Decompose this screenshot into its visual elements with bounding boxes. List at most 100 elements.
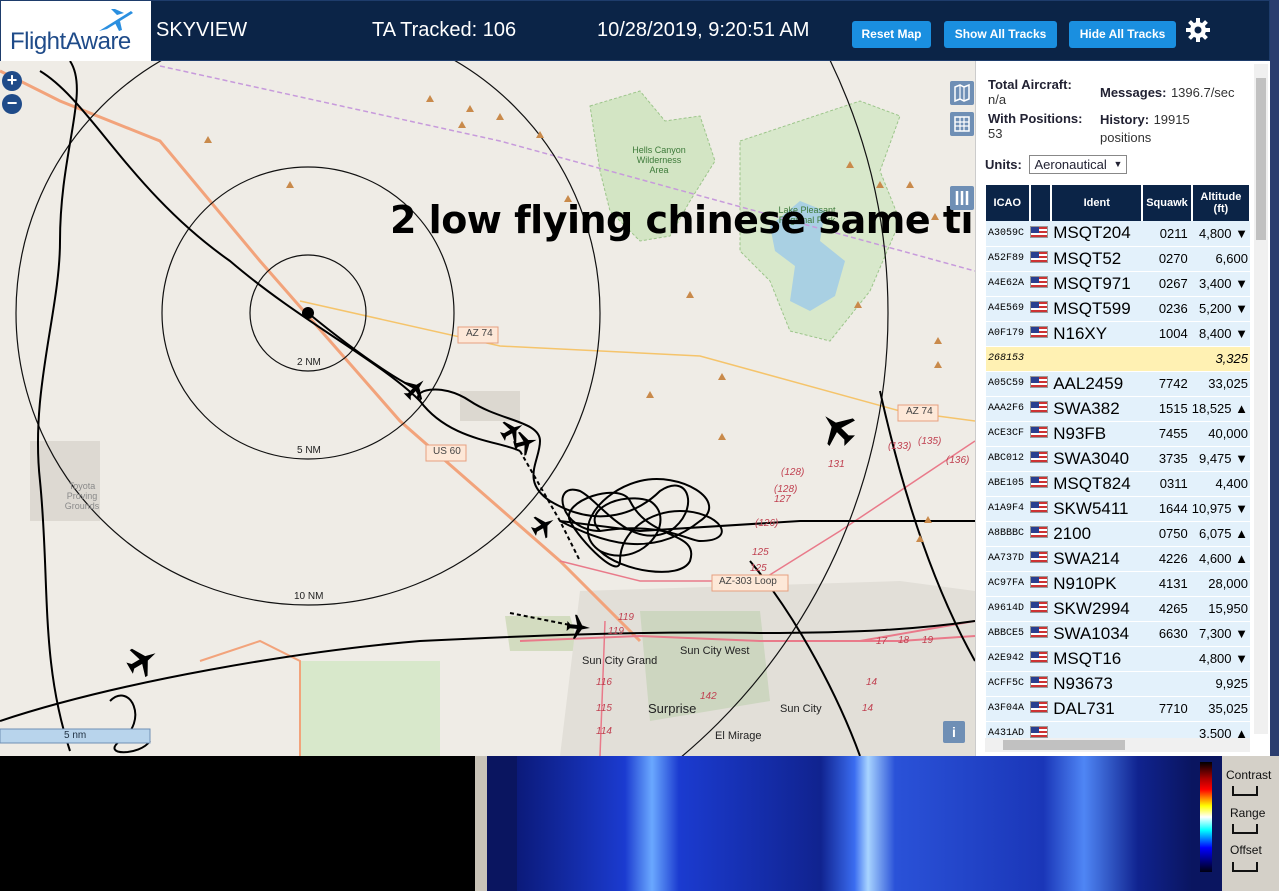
flag-cell [1029, 546, 1052, 572]
flag-cell [1029, 446, 1052, 472]
table-row[interactable]: AAA2F6 SWA382 1515 18,525 ▲ [986, 396, 1250, 422]
icao-cell: A2E942 [986, 646, 1030, 672]
spectrum-waterfall [487, 756, 1222, 891]
table-row[interactable]: A4E62A MSQT971 0267 3,400 ▼ [986, 271, 1250, 297]
columns-toggle-button[interactable] [950, 186, 974, 210]
contrast-slider[interactable] [1232, 786, 1258, 796]
table-row[interactable]: A3059C MSQT204 0211 4,800 ▼ [986, 221, 1250, 247]
us-flag-icon [1029, 251, 1048, 263]
col-altitude[interactable]: Altitude (ft) [1191, 185, 1252, 221]
table-row[interactable]: A05C59 AAL2459 7742 33,025 [986, 371, 1250, 397]
icao-cell: AAA2F6 [986, 396, 1030, 422]
reset-map-button[interactable]: Reset Map [852, 21, 931, 48]
col-icao[interactable]: ICAO [986, 185, 1031, 221]
table-row[interactable]: ACFF5C N93673 9,925 [986, 671, 1250, 697]
table-row[interactable]: 268153 3,325 [986, 346, 1250, 372]
brand-name: FlightAware [10, 28, 131, 55]
map-canvas[interactable] [0, 61, 975, 756]
us-flag-icon [1029, 225, 1048, 238]
icao-cell: ACE3CF [986, 421, 1030, 447]
icao-cell: 268153 [986, 346, 1030, 372]
place-sun-city: Sun City [780, 703, 822, 715]
skyview-app: FlightAware SKYVIEW TA Tracked: 106 10/2… [0, 0, 1279, 891]
table-row[interactable]: AA737D SWA214 4226 4,600 ▲ [986, 546, 1250, 572]
grid-toggle-button[interactable] [950, 112, 974, 136]
hide-all-tracks-button[interactable]: Hide All Tracks [1069, 21, 1176, 48]
icao-cell: ABC012 [986, 446, 1030, 472]
col-flag[interactable] [1029, 185, 1053, 221]
squawk-cell: 4131 [1142, 571, 1192, 597]
scroll-thumb[interactable] [1256, 78, 1266, 240]
table-row[interactable]: A2E942 MSQT16 4,800 ▼ [986, 646, 1250, 672]
ident-cell: SWA1034 [1051, 621, 1143, 647]
flightaware-logo[interactable]: FlightAware [1, 1, 151, 62]
altitude-cell: 33,025 [1191, 371, 1250, 397]
table-row[interactable]: ACE3CF N93FB 7455 40,000 [986, 421, 1250, 447]
icao-cell: A3059C [986, 221, 1030, 247]
table-row[interactable]: A52F89 MSQT52 0270 6,600 [986, 246, 1250, 272]
squawk-cell: 0311 [1142, 471, 1192, 497]
az74-road [299, 300, 975, 422]
road-number: 125 [752, 547, 769, 558]
table-row[interactable]: A4E569 MSQT599 0236 5,200 ▼ [986, 296, 1250, 322]
ident-cell: SKW2994 [1051, 596, 1143, 622]
zoom-out-button[interactable]: − [2, 94, 22, 114]
place-toyota-grounds: Toyota Proving Grounds [64, 481, 100, 511]
flag-cell [1029, 421, 1052, 447]
offset-label: Offset [1230, 843, 1262, 857]
altitude-cell: 4,400 [1191, 471, 1250, 497]
show-all-tracks-button[interactable]: Show All Tracks [944, 21, 1057, 48]
info-button[interactable]: i [943, 721, 965, 743]
ident-cell: SWA3040 [1051, 446, 1143, 472]
range-label: Range [1230, 806, 1266, 820]
grid-icon [954, 116, 970, 132]
road-number: 116 [596, 677, 612, 688]
table-row[interactable]: AC97FA N910PK 4131 28,000 [986, 571, 1250, 597]
scroll-thumb[interactable] [1003, 740, 1125, 750]
col-squawk[interactable]: Squawk [1142, 185, 1193, 221]
table-row[interactable]: A9614D SKW2994 4265 15,950 [986, 596, 1250, 622]
table-row[interactable]: ABE105 MSQT824 0311 4,400 [986, 471, 1250, 497]
map-view[interactable]: 2 NM 5 NM 10 NM AZ 74 AZ 74 US 60 AZ-303… [0, 61, 975, 756]
flag-cell [1029, 571, 1052, 597]
aircraft-icon [825, 416, 855, 446]
top-bar: FlightAware SKYVIEW TA Tracked: 106 10/2… [0, 0, 1270, 62]
altitude-cell: 3,400 ▼ [1191, 271, 1250, 297]
gear-icon[interactable] [1184, 16, 1212, 44]
ident-cell: N910PK [1051, 571, 1143, 597]
stat-with-positions: With Positions: 53 [988, 111, 1098, 141]
us-flag-icon [1029, 676, 1048, 688]
table-row[interactable]: A0F179 N16XY 1004 8,400 ▼ [986, 321, 1250, 347]
table-row[interactable]: A1A9F4 SKW5411 1644 10,975 ▼ [986, 496, 1250, 522]
stat-history: History: 19915 positions [1100, 111, 1240, 147]
waterfall-image [517, 756, 1192, 891]
squawk-cell: 0211 [1142, 221, 1192, 247]
offset-slider[interactable] [1232, 862, 1258, 872]
squawk-cell [1142, 346, 1192, 372]
table-row[interactable]: ABC012 SWA3040 3735 9,475 ▼ [986, 446, 1250, 472]
range-label-5nm: 5 NM [297, 445, 321, 456]
panel-horizontal-scrollbar[interactable] [985, 738, 1250, 752]
map-layers-button[interactable] [950, 81, 974, 105]
flag-cell [1029, 646, 1052, 672]
flag-cell [1029, 296, 1052, 322]
range-slider[interactable] [1232, 824, 1258, 834]
us-flag-icon [1029, 426, 1048, 438]
table-row[interactable]: ABBCE5 SWA1034 6630 7,300 ▼ [986, 621, 1250, 647]
zoom-in-button[interactable]: + [2, 71, 22, 91]
range-label-10nm: 10 NM [294, 591, 324, 602]
units-select[interactable]: Aeronautical ▼ [1029, 155, 1128, 174]
table-row[interactable]: A8BBBC 2100 0750 6,075 ▲ [986, 521, 1250, 547]
panel-vertical-scrollbar[interactable] [1254, 64, 1268, 734]
table-row[interactable]: A3F04A DAL731 7710 35,025 [986, 696, 1250, 722]
messages-label: Messages: [1100, 85, 1167, 100]
road-number: 18 [898, 635, 910, 646]
col-ident[interactable]: Ident [1051, 185, 1144, 221]
icao-cell: A4E62A [986, 271, 1030, 297]
flag-cell [1029, 321, 1052, 347]
icao-cell: A05C59 [986, 371, 1030, 397]
road-number: 119 [618, 612, 634, 623]
icao-cell: ABE105 [986, 471, 1030, 497]
shield-us60: US 60 [433, 446, 461, 457]
us-flag-icon [1029, 451, 1048, 463]
